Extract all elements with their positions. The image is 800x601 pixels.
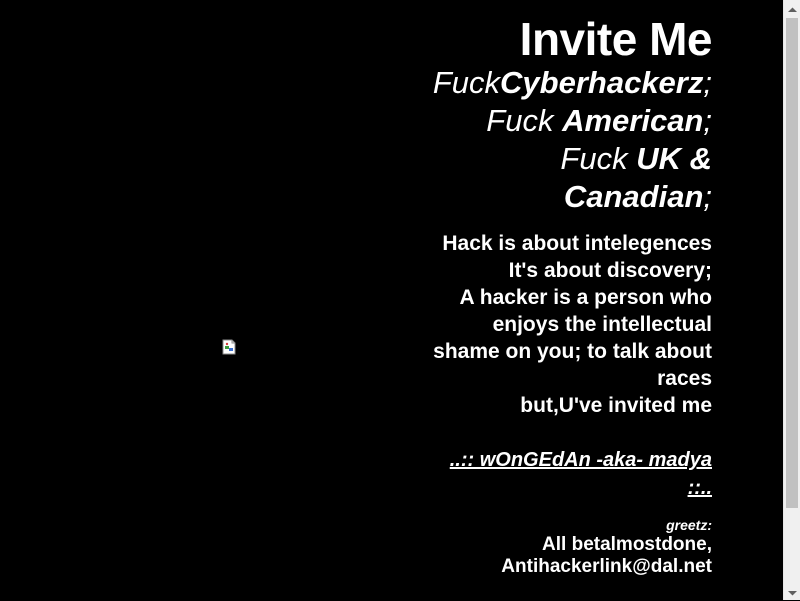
line-target: Canadian [563,179,704,214]
body-text: Hack is about intelegences It's about di… [398,230,712,419]
line-target: UK & [636,141,712,176]
arrow-up-icon [787,0,797,18]
body-line: It's about discovery; [508,259,712,282]
vertical-scrollbar[interactable] [783,0,800,600]
line-suffix: ; [703,179,712,214]
author-name: ..:: wOnGEdAn -aka- madya [449,449,712,471]
deface-message: Invite Me FuckCyberhackerz; Fuck America… [398,13,713,578]
body-line: shame on you; to talk about [433,340,712,363]
broken-image-icon [222,339,238,355]
line-prefix: Fuck [486,103,563,138]
author-link[interactable]: ..:: wOnGEdAn -aka- madya ::.. [398,446,712,502]
scroll-up-button[interactable] [784,0,800,17]
greetz-label: greetz: [666,517,712,533]
arrow-down-icon [787,583,797,601]
line-suffix: ; [703,103,712,138]
message-line-1: FuckCyberhackerz; [398,64,712,102]
line-target: American [562,103,704,138]
page-viewport: Invite Me FuckCyberhackerz; Fuck America… [0,0,783,600]
body-line: A hacker is a person who [459,286,712,309]
scrollbar-thumb[interactable] [786,18,798,508]
page-title: Invite Me [519,13,713,65]
scroll-down-button[interactable] [784,583,800,600]
line-prefix: Fuck [560,141,637,176]
message-line-2: Fuck American; [398,102,712,140]
body-line: races [657,367,712,390]
greetz-line: Antihackerlink@dal.net [501,556,712,577]
author-suffix: ::.. [687,477,712,499]
body-line: but,U've invited me [520,394,712,417]
message-line-3: Fuck UK & [398,140,712,178]
line-target: Cyberhackerz [500,65,704,100]
greetz-line: All betalmostdone, [542,534,712,555]
line-suffix: ; [703,65,712,100]
body-line: enjoys the intellectual [492,313,712,336]
message-line-4: Canadian; [398,178,712,216]
body-line: Hack is about intelegences [442,232,712,255]
line-prefix: Fuck [432,65,501,100]
